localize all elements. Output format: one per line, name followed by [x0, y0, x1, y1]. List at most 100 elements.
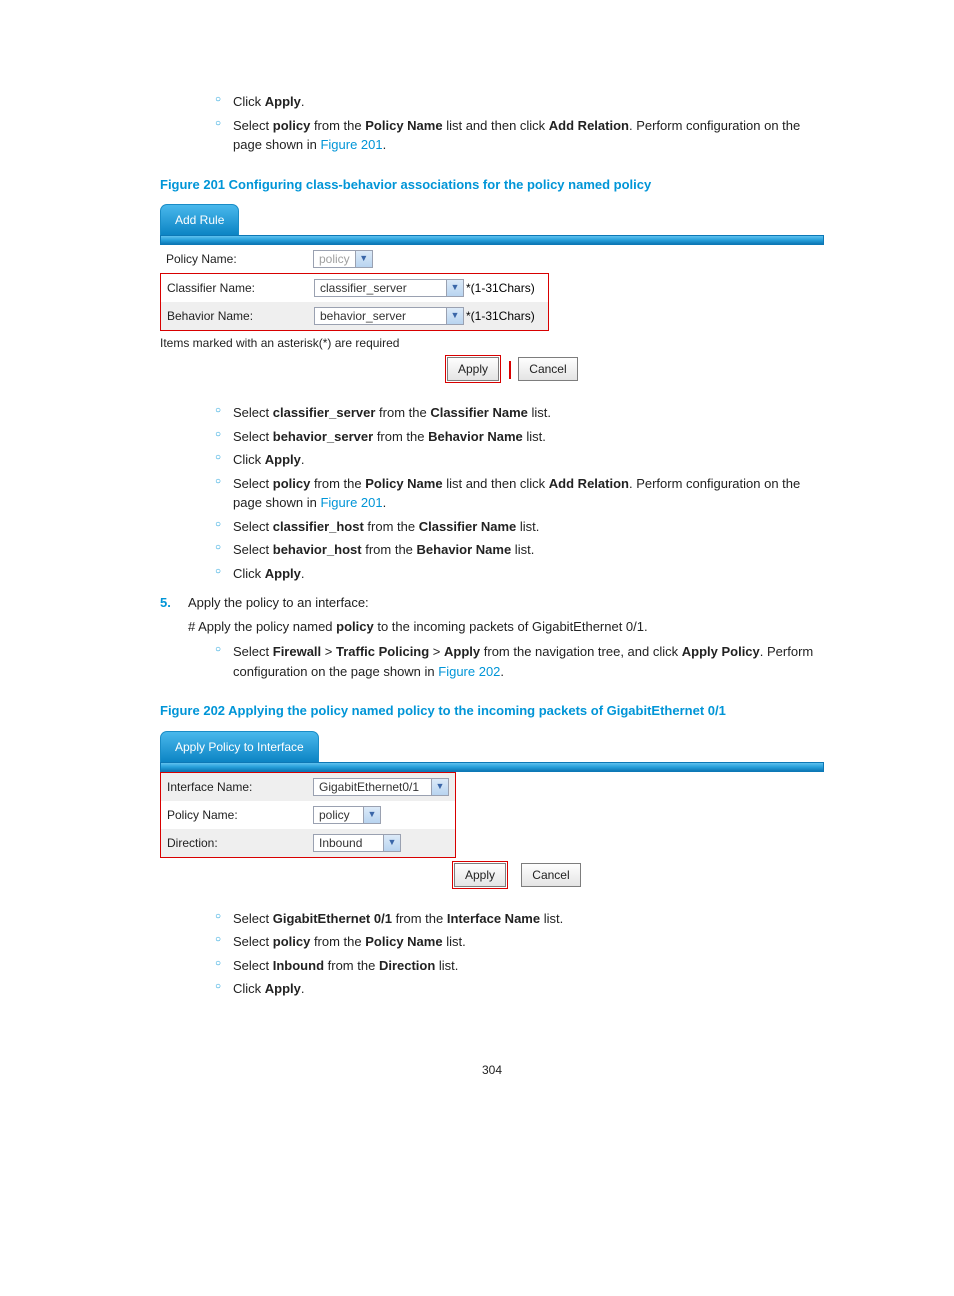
chevron-down-icon: ▼	[431, 779, 448, 795]
text-bold: policy	[273, 934, 311, 949]
policy-name-label: Policy Name:	[161, 801, 307, 829]
text: list.	[516, 519, 539, 534]
list-item: Click Apply.	[215, 448, 824, 472]
text: list.	[540, 911, 563, 926]
list-item: Select policy from the Policy Name list …	[215, 114, 824, 157]
text: # Apply the policy named	[188, 619, 336, 634]
text-bold: Behavior Name	[417, 542, 512, 557]
window-header-bar	[160, 235, 824, 245]
text: Click	[233, 981, 265, 996]
form-row: Direction: Inbound ▼	[161, 829, 455, 857]
text: from the	[373, 429, 428, 444]
policy-name-select[interactable]: policy ▼	[313, 806, 381, 824]
text: .	[500, 664, 504, 679]
text-bold: Apply	[265, 94, 301, 109]
text: .	[301, 94, 305, 109]
select-value: behavior_server	[315, 307, 446, 325]
figure-201: Add Rule Policy Name: policy ▼ Classifie…	[160, 204, 824, 383]
text: from the	[362, 542, 417, 557]
classifier-name-select[interactable]: classifier_server ▼	[314, 279, 464, 297]
text-bold: Behavior Name	[428, 429, 523, 444]
policy-name-cell: policy ▼	[307, 245, 750, 273]
chevron-down-icon: ▼	[363, 807, 380, 823]
list-item: Select behavior_host from the Behavior N…	[215, 538, 824, 562]
figure-202-caption: Figure 202 Applying the policy named pol…	[160, 701, 824, 721]
tab-bar: Apply Policy to Interface	[160, 731, 824, 762]
policy-name-select[interactable]: policy ▼	[313, 250, 373, 268]
text: Select	[233, 519, 273, 534]
figure-reference-link[interactable]: Figure 201	[320, 137, 382, 152]
step-text: Apply the policy to an interface:	[188, 593, 369, 613]
text-bold: Add Relation	[549, 118, 629, 133]
form-row: Policy Name: policy ▼	[160, 245, 824, 273]
text-bold: Direction	[379, 958, 435, 973]
text: list.	[528, 405, 551, 420]
text: Select	[233, 958, 273, 973]
text: from the	[310, 934, 365, 949]
figure-202: Apply Policy to Interface Interface Name…	[160, 731, 824, 889]
cancel-button[interactable]: Cancel	[521, 863, 580, 887]
text: from the	[392, 911, 447, 926]
form-row: Classifier Name: classifier_server ▼ *(1…	[161, 274, 548, 302]
required-hint: *(1-31Chars)	[466, 309, 535, 323]
select-value: classifier_server	[315, 279, 446, 297]
list-item: Select Inbound from the Direction list.	[215, 954, 824, 978]
step-5-bullets: Select Firewall > Traffic Policing > App…	[215, 640, 824, 683]
interface-name-cell: GigabitEthernet0/1 ▼	[307, 773, 455, 801]
text-bold: Policy Name	[365, 118, 442, 133]
text-bold: Classifier Name	[430, 405, 528, 420]
text: from the	[364, 519, 419, 534]
add-rule-form: Policy Name: policy ▼	[160, 245, 824, 273]
text-bold: classifier_server	[273, 405, 376, 420]
window-header-bar	[160, 762, 824, 772]
figure-201-caption: Figure 201 Configuring class-behavior as…	[160, 175, 824, 195]
text: Select	[233, 118, 273, 133]
behavior-name-label: Behavior Name:	[161, 302, 308, 330]
apply-button[interactable]: Apply	[447, 357, 499, 381]
direction-label: Direction:	[161, 829, 307, 857]
button-row: Apply Cancel	[160, 861, 824, 889]
apply-highlight: Apply	[452, 861, 508, 889]
text: Select	[233, 934, 273, 949]
tab-apply-policy[interactable]: Apply Policy to Interface	[160, 731, 319, 762]
text: to the incoming packets of GigabitEthern…	[374, 619, 648, 634]
list-item: Select behavior_server from the Behavior…	[215, 425, 824, 449]
apply-button[interactable]: Apply	[454, 863, 506, 887]
text: from the	[324, 958, 379, 973]
direction-select[interactable]: Inbound ▼	[313, 834, 401, 852]
text-bold: Apply	[265, 452, 301, 467]
mid-bullet-list: Select classifier_server from the Classi…	[215, 401, 824, 585]
interface-name-select[interactable]: GigabitEthernet0/1 ▼	[313, 778, 449, 796]
text-bold: Apply Policy	[682, 644, 760, 659]
apply-highlight: Apply	[445, 355, 501, 383]
text: Select	[233, 542, 273, 557]
text: list.	[443, 934, 466, 949]
text: list.	[523, 429, 546, 444]
behavior-name-select[interactable]: behavior_server ▼	[314, 307, 464, 325]
figure-reference-link[interactable]: Figure 201	[320, 495, 382, 510]
list-item: Select Firewall > Traffic Policing > App…	[215, 640, 824, 683]
chevron-down-icon: ▼	[383, 835, 400, 851]
text: >	[429, 644, 444, 659]
interface-name-label: Interface Name:	[161, 773, 307, 801]
step-number: 5.	[160, 593, 188, 613]
policy-name-cell: policy ▼	[307, 801, 455, 829]
tab-bar: Add Rule	[160, 204, 824, 235]
text-bold: policy	[273, 476, 311, 491]
step-5: 5. Apply the policy to an interface:	[160, 593, 824, 613]
tab-add-rule[interactable]: Add Rule	[160, 204, 239, 235]
form-row: Interface Name: GigabitEthernet0/1 ▼	[161, 773, 455, 801]
figure-reference-link[interactable]: Figure 202	[438, 664, 500, 679]
text: list and then click	[443, 118, 549, 133]
list-item: Click Apply.	[215, 90, 824, 114]
cancel-button[interactable]: Cancel	[518, 357, 577, 381]
text: list and then click	[443, 476, 549, 491]
text: .	[301, 981, 305, 996]
form-row: Policy Name: policy ▼	[161, 801, 455, 829]
list-item: Click Apply.	[215, 562, 824, 586]
highlighted-rows: Interface Name: GigabitEthernet0/1 ▼ Pol…	[160, 772, 456, 858]
text: Select	[233, 476, 273, 491]
highlighted-rows: Classifier Name: classifier_server ▼ *(1…	[160, 273, 549, 331]
highlight-divider	[509, 361, 511, 379]
apply-policy-form: Interface Name: GigabitEthernet0/1 ▼ Pol…	[161, 773, 455, 857]
